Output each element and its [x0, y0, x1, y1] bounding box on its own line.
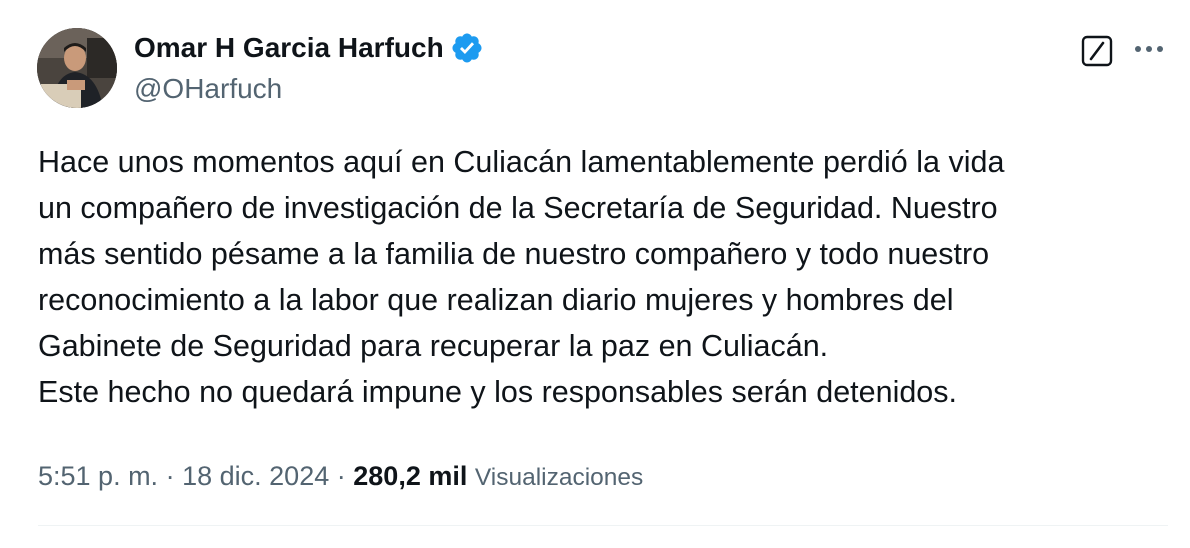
views-count: 280,2 mil: [353, 461, 468, 491]
tweet-text-line: Hace unos momentos aquí en Culiacán lame…: [38, 145, 1005, 179]
author-name[interactable]: Omar H Garcia Harfuch: [134, 31, 444, 65]
views-label: Visualizaciones: [474, 464, 644, 491]
meta-separator: ·: [336, 461, 346, 491]
author-name-row[interactable]: Omar H Garcia Harfuch: [134, 31, 484, 65]
tweet-text-line: Este hecho no quedará impune y los respo…: [38, 375, 957, 409]
grok-icon[interactable]: [1080, 34, 1114, 68]
tweet: Omar H Garcia Harfuch @OHarfuch Hace uno…: [0, 0, 1190, 548]
tweet-text-line: más sentido pésame a la familia de nuest…: [38, 237, 990, 271]
tweet-text-line: Gabinete de Seguridad para recuperar la …: [38, 329, 829, 363]
tweet-date[interactable]: 18 dic. 2024: [182, 461, 329, 491]
meta-separator: ·: [165, 461, 175, 491]
tweet-text: Hace unos momentos aquí en Culiacán lame…: [38, 139, 1168, 415]
more-horizontal-icon[interactable]: [1130, 34, 1168, 64]
profile-photo-icon: [37, 28, 117, 108]
tweet-meta: 5:51 p. m. · 18 dic. 2024 · 280,2 mil Vi…: [38, 456, 643, 498]
tweet-text-line: un compañero de investigación de la Secr…: [38, 191, 998, 225]
verified-badge-icon: [450, 31, 484, 65]
tweet-time[interactable]: 5:51 p. m.: [38, 461, 158, 491]
author-avatar[interactable]: [37, 28, 117, 108]
author-handle[interactable]: @OHarfuch: [134, 72, 282, 106]
divider: [38, 525, 1168, 526]
tweet-text-line: reconocimiento a la labor que realizan d…: [38, 283, 954, 317]
